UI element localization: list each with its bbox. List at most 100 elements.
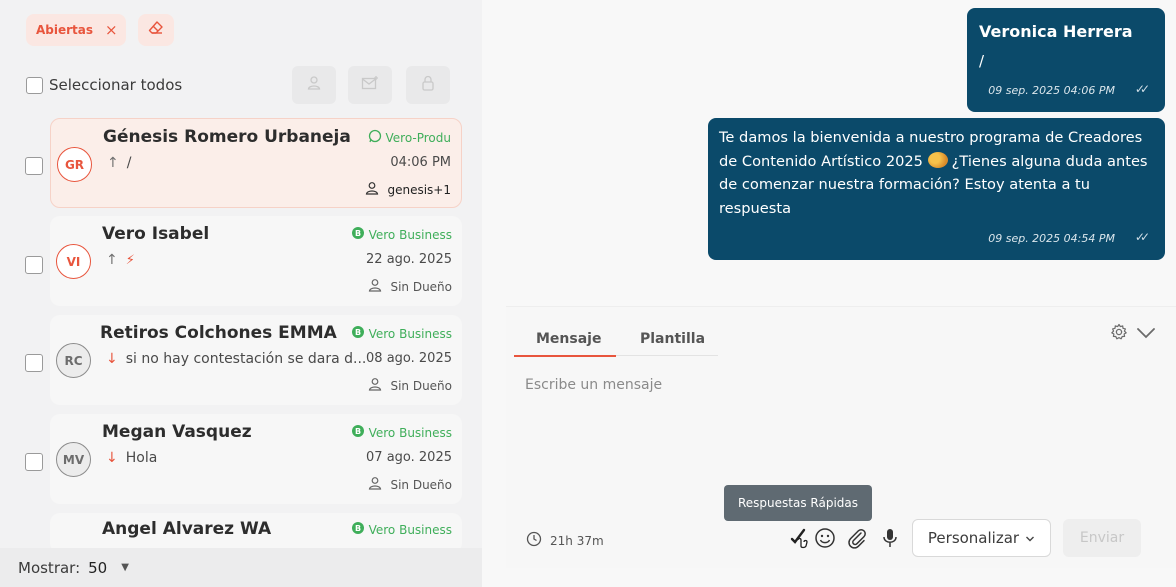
tab-plantilla[interactable]: Plantilla: [640, 331, 705, 347]
owner-label: Sin Dueño: [368, 476, 452, 493]
message-sender: Veronica Herrera: [979, 22, 1133, 41]
conversation-item[interactable]: GR Génesis Romero Urbaneja Vero-Produ ↑ …: [50, 118, 462, 208]
conversation-checkbox[interactable]: [25, 256, 43, 274]
message-input[interactable]: Escribe un mensaje: [525, 377, 662, 393]
mail-button[interactable]: [348, 66, 392, 104]
close-icon[interactable]: ×: [105, 22, 118, 38]
whatsapp-icon: [368, 129, 382, 146]
channel-badge: Vero-Produ: [368, 129, 451, 146]
conversation-name: Megan Vasquez: [102, 422, 252, 442]
conversation-name: Génesis Romero Urbaneja: [103, 127, 351, 147]
attach-button[interactable]: [845, 528, 869, 552]
conversation-name: Angel Alvarez WA: [102, 519, 272, 539]
page-size-select[interactable]: 50: [88, 559, 107, 577]
clear-filters-button[interactable]: [138, 14, 174, 46]
whatsapp-business-icon: B: [351, 521, 365, 538]
conversation-checkbox[interactable]: [25, 157, 43, 175]
select-all-row[interactable]: Seleccionar todos: [26, 76, 182, 94]
select-all-checkbox[interactable]: [26, 76, 43, 94]
pagination-bar: Mostrar: 50 ▼: [0, 548, 482, 587]
microphone-button[interactable]: [878, 528, 902, 552]
tooltip: Respuestas Rápidas: [724, 485, 872, 521]
conversation-item[interactable]: RC Retiros Colchones EMMA B Vero Busines…: [50, 315, 462, 405]
lock-icon: [421, 75, 435, 95]
emoji-icon: [814, 527, 836, 553]
owner-label: Sin Dueño: [368, 377, 452, 394]
channel-badge: B Vero Business: [351, 226, 452, 243]
conversation-item[interactable]: Angel Alvarez WA B Vero Business: [50, 513, 462, 553]
clock-icon: [526, 531, 542, 550]
conversation-timer: 21h 37m: [526, 531, 604, 550]
user-icon: [368, 377, 382, 394]
owner-name: Sin Dueño: [390, 378, 452, 393]
conversation-item[interactable]: MV Megan Vasquez B Vero Business ↓ Hola …: [50, 414, 462, 504]
conversation-item[interactable]: VI Vero Isabel B Vero Business ↑ ⚡ 22 ag…: [50, 216, 462, 306]
message-bubble: Te damos la bienvenida a nuestro program…: [708, 118, 1165, 260]
channel-name: Vero Business: [368, 227, 452, 242]
user-icon: [365, 181, 379, 198]
whatsapp-business-icon: B: [351, 226, 365, 243]
assign-user-button[interactable]: [292, 66, 336, 104]
avatar: VI: [56, 244, 91, 279]
lock-button[interactable]: [406, 66, 450, 104]
quick-replies-button[interactable]: [788, 528, 812, 552]
channel-name: Vero Business: [368, 326, 452, 341]
conversation-checkbox[interactable]: [25, 453, 43, 471]
mail-icon: [361, 75, 379, 95]
chevron-down-icon: [1025, 529, 1035, 547]
svg-text:B: B: [355, 328, 361, 337]
double-check-icon: ✓✓: [1134, 230, 1150, 244]
preview-text: /: [126, 155, 132, 171]
pagination-label: Mostrar:: [18, 558, 81, 577]
conversation-checkbox[interactable]: [25, 354, 43, 372]
incoming-arrow-icon: ↓: [106, 450, 118, 466]
personalizar-dropdown[interactable]: Personalizar: [912, 519, 1051, 557]
avatar: GR: [57, 147, 92, 182]
conversation-time: 04:06 PM: [390, 155, 451, 170]
message-time: 09 sep. 2025 04:54 PM: [988, 232, 1115, 245]
gear-icon[interactable]: [1110, 323, 1128, 345]
attach-icon: [846, 527, 868, 553]
eraser-icon: [148, 20, 164, 40]
message-bubble: Veronica Herrera / 09 sep. 2025 04:06 PM…: [967, 8, 1165, 112]
select-all-label: Seleccionar todos: [49, 76, 183, 94]
double-check-icon: ✓✓: [1134, 82, 1150, 96]
tab-mensaje[interactable]: Mensaje: [536, 331, 601, 347]
chat-panel: Veronica Herrera / 09 sep. 2025 04:06 PM…: [482, 0, 1176, 587]
emoji-button[interactable]: [813, 528, 837, 552]
chevron-down-icon[interactable]: [1136, 325, 1156, 344]
lightning-icon: ⚡: [125, 252, 135, 268]
conversation-name: Vero Isabel: [102, 224, 210, 244]
whatsapp-business-icon: B: [351, 325, 365, 342]
active-tab-indicator: [514, 355, 616, 357]
preview-text: si no hay contestación se dara d...: [125, 351, 367, 367]
send-button[interactable]: Enviar: [1063, 519, 1141, 557]
owner-name: genesis+1: [387, 182, 451, 197]
app-root: Abiertas × Seleccionar todos GR Génesis …: [0, 0, 1176, 587]
conversation-name: Retiros Colchones EMMA: [100, 323, 337, 343]
channel-name: Vero-Produ: [385, 130, 451, 145]
microphone-icon: [881, 527, 899, 553]
tab-divider: [616, 355, 718, 356]
channel-name: Vero Business: [368, 522, 452, 537]
message-preview: ↓ si no hay contestación se dara d...: [106, 351, 366, 367]
owner-name: Sin Dueño: [390, 477, 452, 492]
message-composer: Mensaje Plantilla Escribe un mensaje 21h…: [506, 306, 1176, 568]
svg-text:B: B: [355, 427, 361, 436]
filter-chip-label: Abiertas: [36, 23, 94, 37]
whatsapp-business-icon: B: [351, 424, 365, 441]
personalizar-label: Personalizar: [927, 529, 1020, 547]
svg-text:B: B: [355, 524, 361, 533]
outgoing-arrow-icon: ↑: [106, 252, 118, 268]
caret-down-icon[interactable]: ▼: [121, 562, 129, 573]
owner-label: Sin Dueño: [368, 278, 452, 295]
timer-text: 21h 37m: [550, 533, 604, 548]
incoming-arrow-icon: ↓: [106, 351, 118, 367]
message-preview: ↑ ⚡: [106, 252, 135, 268]
message-text: Te damos la bienvenida a nuestro program…: [719, 126, 1154, 220]
svg-text:B: B: [355, 229, 361, 238]
assign-user-icon: [306, 75, 322, 95]
palette-emoji: [927, 151, 948, 168]
message-preview: ↓ Hola: [106, 450, 157, 466]
filter-chip-abiertas[interactable]: Abiertas ×: [26, 14, 126, 46]
